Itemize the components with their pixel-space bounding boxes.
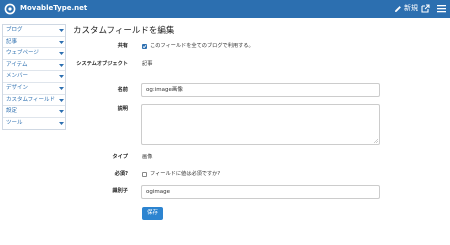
caret-down-icon — [59, 86, 64, 90]
pencil-icon — [395, 5, 401, 12]
caret-down-icon — [59, 110, 64, 114]
sidebar-item-blog[interactable]: ブログ — [3, 25, 65, 37]
sidebar-item-custom-fields[interactable]: カスタムフィールド — [3, 95, 65, 107]
hamburger-menu-icon[interactable] — [437, 4, 446, 13]
type-label: タイプ — [112, 154, 128, 160]
sidebar-item-label: 設定 — [6, 108, 18, 115]
sidebar-item-settings[interactable]: 設定 — [3, 106, 65, 118]
caret-down-icon — [59, 29, 64, 32]
sidebar-item-assets[interactable]: アイテム — [3, 60, 65, 72]
new-button-label: 新規 — [404, 4, 418, 12]
check-icon — [142, 45, 147, 49]
description-label: 説明 — [117, 106, 128, 112]
new-button[interactable]: 新規 — [394, 4, 418, 13]
identifier-label: 識別子 — [112, 188, 128, 194]
shared-label: 共有 — [117, 43, 128, 49]
sidebar-item-entries[interactable]: 記事 — [3, 37, 65, 49]
sidebar-item-label: デザイン — [6, 84, 29, 91]
top-bar: MovableType.net 新規 — [0, 0, 450, 18]
required-checkbox[interactable] — [142, 172, 147, 177]
sidebar-item-label: ウェブページ — [6, 50, 39, 57]
type-value: 画像 — [142, 154, 153, 160]
sidebar-item-label: 記事 — [6, 38, 18, 45]
site-name[interactable]: MovableType.net — [20, 4, 87, 13]
sidebar-menu: ブログ 記事 ウェブページ アイテム メンバー デザイン カスタムフィールド 設… — [2, 24, 66, 131]
sidebar-item-members[interactable]: メンバー — [3, 71, 65, 83]
required-label: 必須? — [114, 171, 128, 177]
page-title: カスタムフィールドを編集 — [73, 26, 175, 36]
sidebar-item-label: カスタムフィールド — [6, 96, 56, 103]
caret-down-icon — [59, 52, 64, 56]
sidebar-item-design[interactable]: デザイン — [3, 83, 65, 95]
caret-down-icon — [59, 121, 64, 125]
external-link-icon[interactable] — [421, 4, 430, 13]
sidebar-item-label: ブログ — [6, 27, 23, 33]
resize-handle-icon[interactable] — [374, 139, 378, 143]
save-button[interactable]: 保存 — [142, 207, 163, 220]
sidebar-item-tools[interactable]: ツール — [3, 118, 65, 130]
shared-checkbox[interactable] — [142, 44, 147, 49]
caret-down-icon — [59, 63, 64, 67]
caret-down-icon — [59, 98, 64, 102]
required-checkbox-text: フィールドに値は必須ですか? — [150, 171, 221, 177]
shared-checkbox-text: このフィールドを全てのブログで利用する。 — [150, 43, 254, 49]
caret-down-icon — [59, 40, 64, 44]
sidebar-item-pages[interactable]: ウェブページ — [3, 48, 65, 60]
system-object-label: システムオブジェクト — [76, 61, 128, 67]
sidebar-item-label: ツール — [6, 119, 23, 126]
sidebar-item-label: アイテム — [6, 61, 28, 68]
identifier-input[interactable]: ogimage — [141, 185, 380, 199]
name-input[interactable]: og:image画像 — [141, 83, 380, 97]
description-textarea[interactable] — [141, 104, 380, 145]
caret-down-icon — [59, 75, 64, 79]
name-label: 名前 — [117, 87, 128, 93]
sidebar-item-label: メンバー — [6, 73, 29, 80]
system-object-value: 記事 — [142, 61, 153, 67]
logo-icon[interactable] — [4, 3, 16, 15]
